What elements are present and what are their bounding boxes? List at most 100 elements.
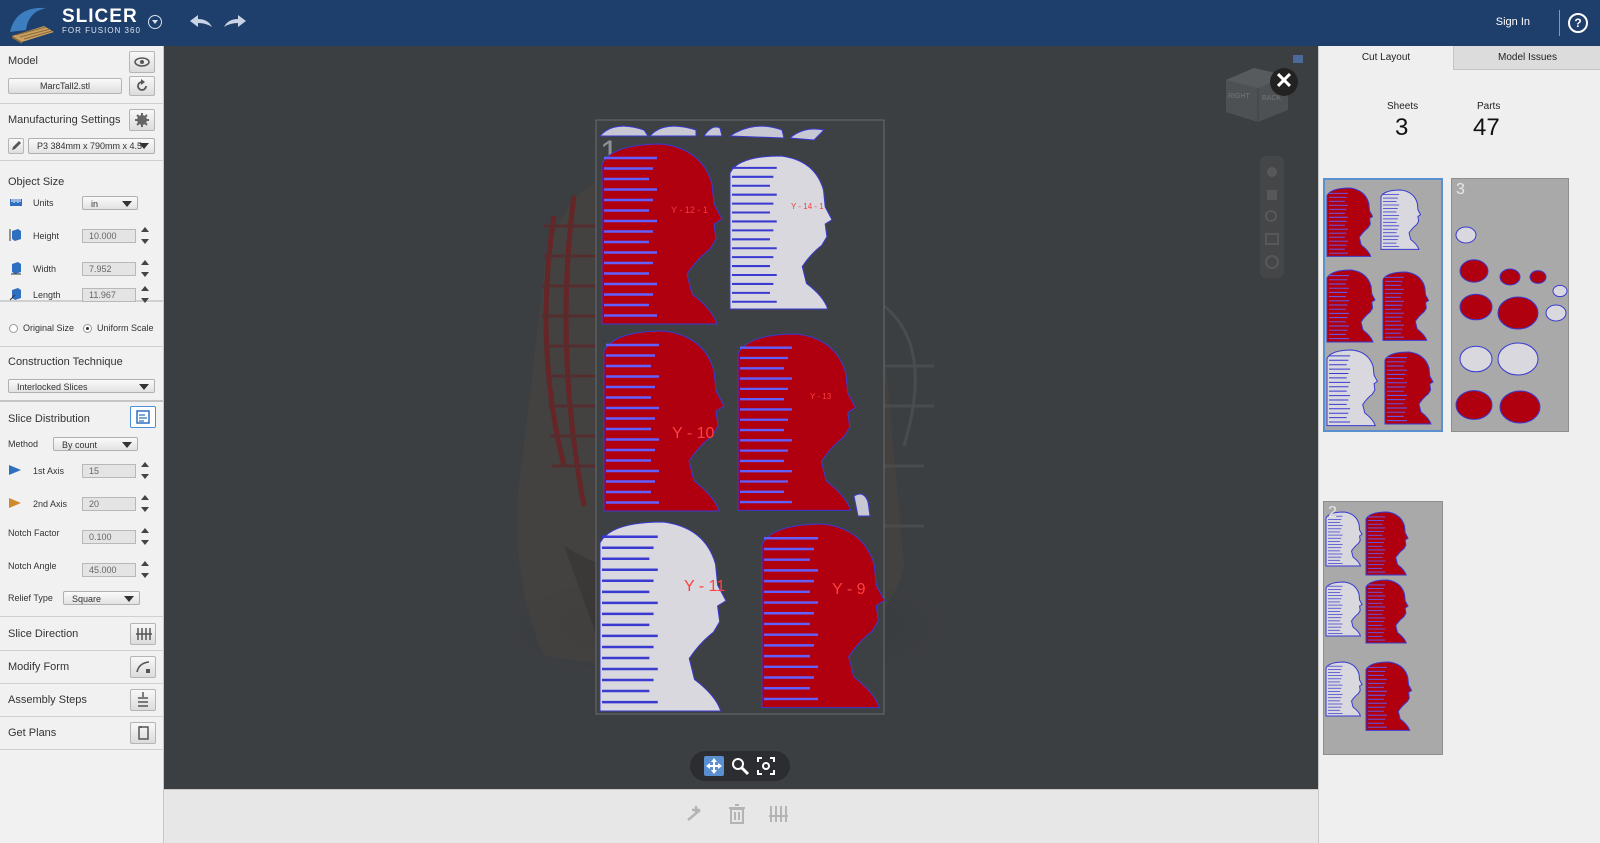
thumbnail-part[interactable] bbox=[1455, 226, 1477, 244]
original-size-label: Original Size bbox=[23, 323, 75, 333]
help-icon[interactable]: ? bbox=[1568, 13, 1588, 33]
relief-type-dropdown[interactable]: Square bbox=[63, 591, 140, 605]
3d-viewport[interactable]: 1 Y - 12 - 1 Y - 14 - 1 Y - 10 Y - 13 Y … bbox=[164, 46, 1318, 789]
slice-distribution-icon bbox=[136, 410, 150, 424]
notch-angle-field[interactable]: 45.000 bbox=[82, 563, 136, 577]
construction-dropdown[interactable]: Interlocked Slices bbox=[8, 379, 155, 393]
thumbnail-part[interactable] bbox=[1365, 511, 1409, 576]
height-label: Height bbox=[33, 231, 60, 241]
second-axis-field[interactable]: 20 bbox=[82, 497, 136, 511]
method-dropdown[interactable]: By count bbox=[53, 437, 138, 451]
redo-icon[interactable] bbox=[222, 12, 248, 32]
manufacturing-section: Manufacturing Settings P3 384mm x 790mm … bbox=[0, 104, 163, 161]
thumbnail-part[interactable] bbox=[1326, 187, 1374, 257]
pan-hand-icon[interactable] bbox=[1267, 190, 1277, 200]
visibility-eye-button[interactable] bbox=[129, 51, 155, 73]
thumbnail-part[interactable] bbox=[1459, 293, 1493, 321]
modify-form-section[interactable]: Modify Form bbox=[0, 651, 164, 684]
edit-material-button[interactable] bbox=[8, 138, 24, 154]
thumbnail-part[interactable] bbox=[1552, 284, 1568, 298]
app-menu-chevron-icon[interactable] bbox=[148, 15, 162, 29]
steering-wheel-icon[interactable] bbox=[1267, 167, 1277, 177]
first-axis-icon bbox=[9, 465, 21, 475]
zoom-icon[interactable] bbox=[730, 756, 750, 776]
fit-to-view-icon[interactable] bbox=[756, 756, 776, 776]
modify-form-button[interactable] bbox=[130, 656, 156, 678]
sign-in-link[interactable]: Sign In bbox=[1496, 16, 1530, 28]
length-field[interactable]: 11.967 bbox=[82, 288, 136, 302]
first-axis-stepper[interactable] bbox=[140, 460, 150, 482]
part-label: Y - 14 - 1 bbox=[791, 202, 824, 211]
thumbnail-part[interactable] bbox=[1382, 271, 1430, 341]
slice-distribution-title: Slice Distribution bbox=[8, 413, 90, 425]
eye-icon bbox=[134, 57, 150, 67]
second-axis-stepper[interactable] bbox=[140, 493, 150, 515]
thumbnail-part[interactable] bbox=[1497, 296, 1539, 330]
slice-tool-icon[interactable] bbox=[766, 802, 790, 826]
left-panel: Model MarcTall2.stl Manufacturing Settin… bbox=[0, 46, 164, 843]
thumbnail-part[interactable] bbox=[1365, 579, 1409, 644]
sheet-thumbnail-2-preview bbox=[1325, 511, 1413, 731]
thumbnail-part[interactable] bbox=[1529, 270, 1547, 284]
thumbnail-part[interactable] bbox=[1499, 390, 1541, 424]
height-icon bbox=[9, 229, 21, 241]
sheet-thumbnail-2[interactable]: 2 bbox=[1323, 501, 1443, 755]
units-dropdown[interactable]: in bbox=[82, 196, 138, 210]
assembly-steps-section[interactable]: Assembly Steps bbox=[0, 684, 164, 717]
thumbnail-part[interactable] bbox=[1325, 661, 1363, 717]
assembly-steps-button[interactable] bbox=[130, 689, 156, 711]
second-axis-label: 2nd Axis bbox=[33, 499, 68, 509]
navigation-bar[interactable] bbox=[1260, 156, 1284, 278]
notch-angle-stepper[interactable] bbox=[140, 559, 150, 581]
pan-icon[interactable] bbox=[704, 756, 724, 776]
thumbnail-part[interactable] bbox=[1545, 304, 1567, 322]
slice-direction-section[interactable]: Slice Direction bbox=[0, 618, 164, 651]
slice-distribution-button[interactable] bbox=[130, 406, 156, 428]
first-axis-field[interactable]: 15 bbox=[82, 464, 136, 478]
slice-direction-title: Slice Direction bbox=[8, 628, 79, 640]
undo-icon[interactable] bbox=[188, 12, 214, 32]
add-part-icon[interactable] bbox=[684, 802, 708, 826]
manufacturing-settings-button[interactable] bbox=[129, 109, 155, 131]
thumbnail-part[interactable] bbox=[1380, 189, 1422, 250]
thumbnail-part[interactable] bbox=[1499, 268, 1521, 286]
right-panel: Cut Layout Model Issues Sheets 3 Parts 4… bbox=[1318, 46, 1600, 843]
original-size-radio[interactable] bbox=[9, 324, 18, 333]
thumbnail-part[interactable] bbox=[1326, 349, 1379, 427]
model-section: Model MarcTall2.stl bbox=[0, 46, 163, 104]
construction-title: Construction Technique bbox=[8, 356, 123, 368]
thumbnail-part[interactable] bbox=[1326, 269, 1376, 343]
material-dropdown[interactable]: P3 384mm x 790mm x 4.5 bbox=[28, 138, 155, 154]
part-label: Y - 9 bbox=[832, 581, 866, 598]
tab-cut-layout[interactable]: Cut Layout bbox=[1319, 46, 1453, 70]
thumbnail-part[interactable] bbox=[1459, 345, 1493, 373]
thumbnail-part[interactable] bbox=[1497, 342, 1539, 376]
get-plans-button[interactable] bbox=[130, 722, 156, 744]
slice-direction-button[interactable] bbox=[130, 623, 156, 645]
slice-distribution-section: Slice Distribution Method By count 1st A… bbox=[0, 403, 164, 617]
sheet-thumbnail-1[interactable] bbox=[1323, 178, 1443, 432]
thumbnail-part[interactable] bbox=[1384, 351, 1434, 425]
notch-factor-stepper[interactable] bbox=[140, 526, 150, 548]
thumbnail-part[interactable] bbox=[1455, 390, 1493, 420]
model-title: Model bbox=[8, 55, 38, 67]
thumbnail-part[interactable] bbox=[1325, 581, 1363, 637]
height-field[interactable]: 10.000 bbox=[82, 229, 136, 243]
tab-model-issues[interactable]: Model Issues bbox=[1453, 46, 1600, 70]
bottom-toolbar bbox=[164, 789, 1318, 843]
uniform-scale-radio[interactable] bbox=[83, 324, 92, 333]
trash-icon[interactable] bbox=[725, 802, 749, 826]
notch-factor-field[interactable]: 0.100 bbox=[82, 530, 136, 544]
thumbnail-part[interactable] bbox=[1459, 259, 1489, 283]
length-stepper[interactable] bbox=[140, 284, 150, 306]
slicer-logo[interactable] bbox=[6, 2, 58, 44]
refresh-model-button[interactable] bbox=[129, 76, 155, 96]
sheet-thumbnail-3[interactable]: 3 bbox=[1451, 178, 1569, 432]
close-button[interactable]: ✕ bbox=[1270, 68, 1298, 96]
model-file-button[interactable]: MarcTall2.stl bbox=[8, 78, 122, 94]
length-icon bbox=[9, 288, 21, 301]
viewcube-menu-icon[interactable] bbox=[1293, 55, 1303, 63]
get-plans-section[interactable]: Get Plans bbox=[0, 717, 164, 750]
thumbnail-part[interactable] bbox=[1365, 661, 1413, 731]
app-subtitle: FOR FUSION 360 bbox=[62, 26, 141, 35]
